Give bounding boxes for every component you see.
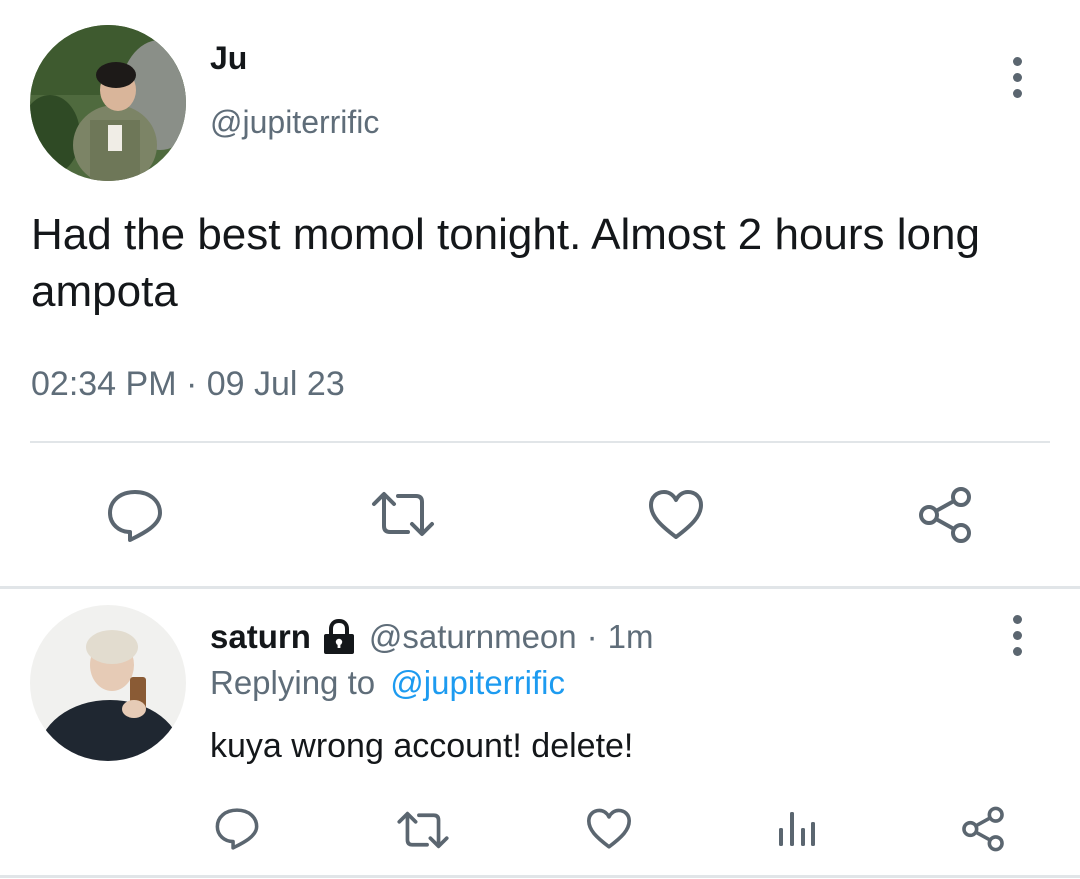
share-icon[interactable]: [960, 806, 1006, 852]
section-divider: [0, 586, 1080, 589]
more-options-icon[interactable]: [1011, 615, 1023, 656]
tweet-text: Had the best momol tonight. Almost 2 hou…: [31, 210, 980, 316]
reply-time: 1m: [607, 618, 654, 655]
reply-text: kuya wrong account! delete!: [210, 727, 634, 765]
retweet-icon[interactable]: [396, 810, 450, 850]
lock-icon: [321, 619, 357, 655]
avatar[interactable]: [30, 25, 186, 181]
divider: [30, 441, 1050, 443]
separator: ·: [586, 618, 598, 655]
reply-icon[interactable]: [214, 807, 260, 851]
avatar[interactable]: [30, 605, 186, 761]
like-icon[interactable]: [586, 808, 632, 850]
reply-icon[interactable]: [106, 488, 164, 544]
share-icon[interactable]: [916, 486, 974, 544]
timestamp: 02:34 PM · 09 Jul 23: [31, 365, 345, 403]
replying-to-handle[interactable]: @jupiterrific: [390, 664, 565, 701]
retweet-icon[interactable]: [370, 490, 436, 538]
display-name[interactable]: Ju: [210, 40, 247, 77]
display-name[interactable]: saturn: [210, 618, 311, 656]
replying-to-label: Replying to: [210, 664, 376, 701]
like-icon[interactable]: [648, 489, 704, 541]
analytics-icon[interactable]: [777, 808, 817, 848]
handle[interactable]: @jupiterrific: [210, 104, 379, 141]
bottom-divider: [0, 875, 1080, 878]
more-options-icon[interactable]: [1011, 57, 1023, 98]
handle[interactable]: @saturnmeon: [369, 618, 577, 656]
